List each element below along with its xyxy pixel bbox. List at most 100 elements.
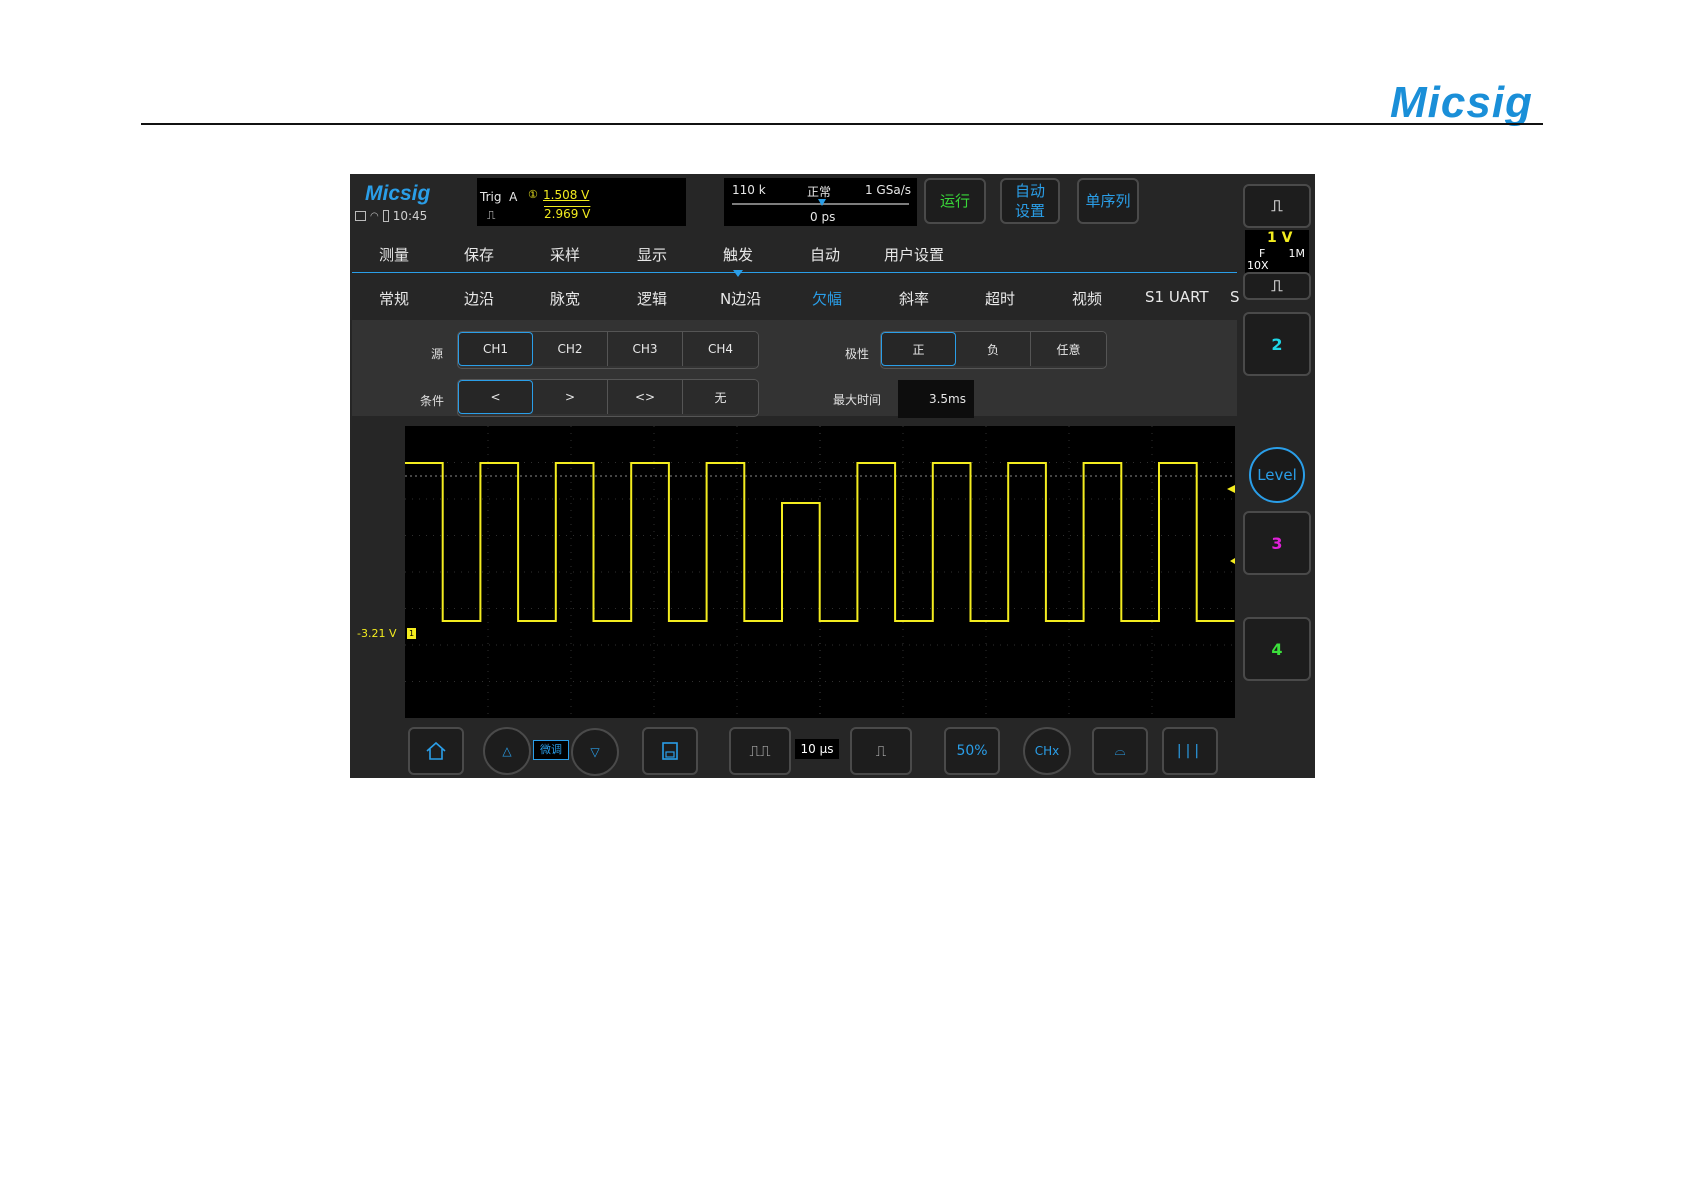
polarity-label: 极性 (845, 347, 870, 361)
sample-rate: 1 GSa/s (864, 183, 911, 197)
ch4-button[interactable]: 4 (1243, 617, 1311, 681)
source-ch4-option[interactable]: CH4 (683, 332, 758, 366)
polarity-selector: 正 负 任意 (880, 331, 1107, 369)
ch1-impedance: 1M (1288, 247, 1306, 260)
battery-icon (382, 210, 389, 222)
trigger-type-video[interactable]: 视频 (1072, 288, 1102, 309)
trigger-level-1: 1.508 V (543, 188, 590, 202)
timebase-decrease-button[interactable]: ⎍⎍ (729, 727, 791, 775)
home-button[interactable] (408, 727, 464, 775)
menu-display[interactable]: 显示 (637, 244, 667, 265)
cursor-lines-icon: ||| (1176, 743, 1204, 759)
condition-greater-than-option[interactable]: > (533, 380, 608, 414)
trigger-type-timeout[interactable]: 超时 (985, 288, 1015, 309)
trigger-type-pulse-width[interactable]: 脉宽 (550, 288, 580, 309)
menu-user-settings[interactable]: 用户设置 (884, 244, 944, 265)
menu-acquire[interactable]: 采样 (550, 244, 580, 265)
trigger-label: Trig A (480, 190, 518, 204)
ch1-settings-button[interactable]: ⎍ (1243, 272, 1311, 300)
position-marker-icon (818, 199, 826, 206)
pulse-icon: ⎍ (1271, 276, 1283, 295)
polarity-any-option[interactable]: 任意 (1031, 332, 1106, 366)
home-icon (426, 741, 446, 760)
single-sequence-button[interactable]: 单序列 (1077, 178, 1139, 224)
active-menu-indicator-icon (733, 270, 743, 277)
trigger-type-n-edge[interactable]: N边沿 (720, 288, 761, 309)
trigger-type-more[interactable]: S (1230, 288, 1240, 306)
trigger-type-general[interactable]: 常规 (379, 288, 409, 309)
max-time-label: 最大时间 (833, 393, 882, 407)
channel-one-icon: ① (528, 188, 538, 201)
ch1-offset-label: -3.21 V (357, 627, 397, 640)
zoom-button[interactable]: ⌓ (1092, 727, 1148, 775)
menu-save[interactable]: 保存 (464, 244, 494, 265)
main-menu: 测量 保存 采样 显示 触发 自动 用户设置 (352, 232, 1237, 273)
source-ch3-option[interactable]: CH3 (608, 332, 683, 366)
ch3-button[interactable]: 3 (1243, 511, 1311, 575)
acquire-mode: 正常 (807, 185, 832, 199)
square-wave-icon: ⎍ (1271, 196, 1283, 215)
polarity-negative-option[interactable]: 负 (956, 332, 1031, 366)
source-ch2-option[interactable]: CH2 (533, 332, 608, 366)
wifi-icon: ◠ (370, 210, 379, 222)
trigger-fifty-percent-button[interactable]: 50% (944, 727, 1000, 775)
timebase-info-box[interactable]: 110 k 正常 1 GSa/s 0 ps (724, 178, 917, 226)
trigger-level-2: 2.969 V (544, 207, 591, 221)
waveform-plot (405, 426, 1235, 718)
memory-depth: 110 k (732, 183, 766, 197)
polarity-positive-option[interactable]: 正 (881, 332, 956, 366)
ch1-probe-ratio: 10X (1247, 259, 1269, 272)
menu-measure[interactable]: 测量 (379, 244, 409, 265)
source-ch1-option[interactable]: CH1 (458, 332, 533, 366)
waveform-display[interactable] (405, 426, 1235, 718)
oscilloscope-screen: Micsig ◠ 10:45 Trig A ⎍ ① 1.508 V 2.969 … (350, 174, 1315, 778)
condition-selector: < > <> 无 (457, 379, 759, 417)
ch2-button[interactable]: 2 (1243, 312, 1311, 376)
condition-none-option[interactable]: 无 (683, 380, 758, 414)
trigger-type-runt[interactable]: 欠幅 (812, 288, 842, 309)
trigger-type-logic[interactable]: 逻辑 (637, 288, 667, 309)
save-icon (662, 742, 678, 760)
document-logo: Micsig (1390, 78, 1533, 127)
save-button[interactable] (642, 727, 698, 775)
ch1-ground-marker[interactable]: 1 (407, 628, 416, 639)
monitor-icon (355, 211, 366, 221)
car-icon: ⌓ (1114, 743, 1126, 759)
condition-label: 条件 (420, 394, 445, 408)
fine-down-button[interactable]: ▽ (571, 728, 619, 776)
ch1-trace (405, 462, 1235, 622)
secondary-level-arrow-icon (1230, 558, 1235, 564)
level-knob[interactable]: Level (1249, 447, 1305, 503)
clock-time: 10:45 (392, 209, 428, 223)
trigger-type-slope[interactable]: 斜率 (899, 288, 929, 309)
rising-pulse-icon: ⎍ (487, 208, 496, 222)
trigger-info-box[interactable]: Trig A ⎍ ① 1.508 V 2.969 V (477, 178, 686, 226)
ch1-volts-div: 1 V (1267, 230, 1293, 246)
trigger-type-s1-uart[interactable]: S1 UART (1145, 288, 1209, 306)
condition-less-than-option[interactable]: < (458, 380, 533, 414)
compress-waveform-icon: ⎍⎍ (749, 742, 771, 760)
ch1-info-panel[interactable]: 1 V F 1M 10X (1245, 230, 1309, 274)
max-time-input[interactable]: 3.5ms (898, 380, 974, 418)
timebase-value: 10 μs (795, 739, 839, 759)
triangle-up-icon: △ (502, 744, 512, 758)
run-stop-button[interactable]: 运行 (924, 178, 986, 224)
brand-logo: Micsig (365, 182, 431, 205)
status-row: ◠ 10:45 (355, 209, 427, 223)
header-divider (141, 123, 1543, 125)
menu-trigger[interactable]: 触发 (723, 244, 753, 265)
menu-auto[interactable]: 自动 (810, 244, 840, 265)
horizontal-position: 0 ps (810, 210, 836, 224)
source-selector: CH1 CH2 CH3 CH4 (457, 331, 759, 369)
source-label: 源 (431, 347, 444, 361)
cursor-button[interactable]: ||| (1162, 727, 1218, 775)
timebase-increase-button[interactable]: ⎍ (850, 727, 912, 775)
fine-adjust-toggle[interactable]: 微调 (533, 740, 569, 760)
ch1-waveform-button[interactable]: ⎍ (1243, 184, 1311, 228)
trigger-type-edge[interactable]: 边沿 (464, 288, 494, 309)
expand-waveform-icon: ⎍ (875, 742, 887, 760)
auto-setup-button[interactable]: 自动 设置 (1000, 178, 1060, 224)
condition-between-option[interactable]: <> (608, 380, 683, 414)
fine-up-button[interactable]: △ (483, 727, 531, 775)
channel-select-button[interactable]: CHx (1023, 727, 1071, 775)
